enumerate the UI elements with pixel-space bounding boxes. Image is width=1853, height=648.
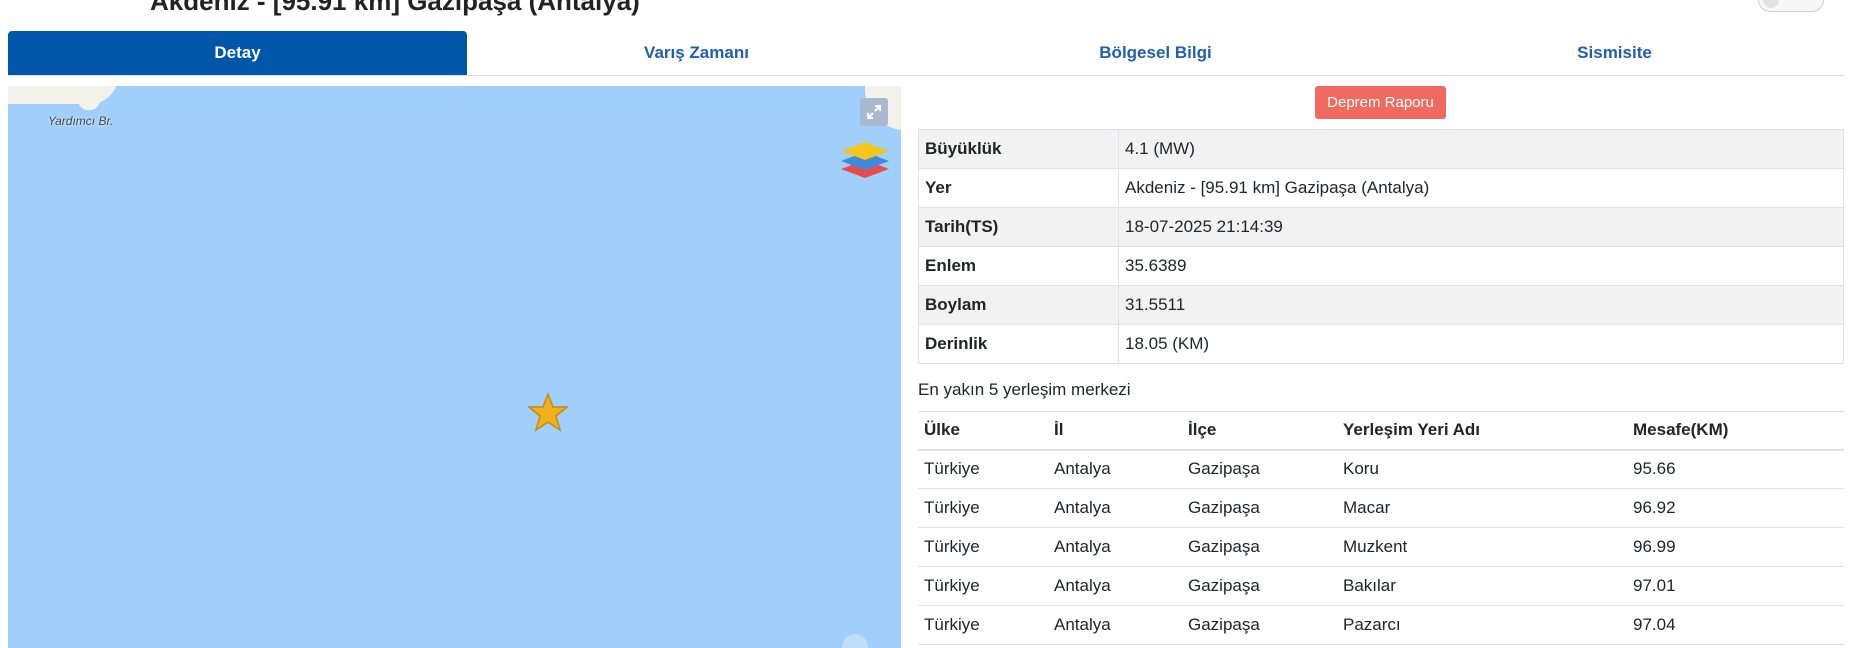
nearest-table: Ülke İl İlçe Yerleşim Yeri Adı Mesafe(KM… — [918, 411, 1844, 645]
cell-il: Antalya — [1048, 605, 1182, 645]
col-header-il: İl — [1048, 411, 1182, 451]
cell-mesafe: 97.01 — [1627, 566, 1844, 606]
cell-yerlesim: Muzkent — [1337, 527, 1627, 567]
detail-value: 35.6389 — [1118, 246, 1844, 286]
cell-mesafe: 96.99 — [1627, 527, 1844, 567]
detail-key: Enlem — [918, 246, 1119, 286]
page-title: Akdeniz - [95.91 km] Gazipaşa (Antalya) — [150, 0, 640, 16]
tab-varis-zamani[interactable]: Varış Zamanı — [467, 31, 926, 75]
cell-ulke: Türkiye — [918, 449, 1048, 489]
table-row: Türkiye Antalya Gazipaşa Muzkent 96.99 — [918, 527, 1844, 567]
map-land — [8, 86, 118, 104]
star-icon[interactable] — [528, 392, 568, 432]
col-header-yerlesim: Yerleşim Yeri Adı — [1337, 411, 1627, 451]
col-header-mesafe: Mesafe(KM) — [1627, 411, 1844, 451]
detail-key: Büyüklük — [918, 129, 1119, 169]
map-place-label: Yardımcı Br. — [48, 114, 114, 128]
cell-mesafe: 95.66 — [1627, 449, 1844, 489]
cell-ilce: Gazipaşa — [1182, 527, 1337, 567]
detail-key: Derinlik — [918, 324, 1119, 364]
cell-il: Antalya — [1048, 488, 1182, 528]
cell-ilce: Gazipaşa — [1182, 488, 1337, 528]
cell-mesafe: 97.04 — [1627, 605, 1844, 645]
earthquake-map[interactable]: Yardımcı Br. — [8, 86, 901, 648]
table-row: Türkiye Antalya Gazipaşa Bakılar 97.01 — [918, 566, 1844, 606]
toggle-knob — [1763, 0, 1779, 8]
detail-key: Yer — [918, 168, 1119, 208]
table-row: Tarih(TS) 18-07-2025 21:14:39 — [918, 207, 1844, 247]
col-header-ilce: İlçe — [1182, 411, 1337, 451]
col-header-ulke: Ülke — [918, 411, 1048, 451]
theme-toggle[interactable] — [1758, 0, 1824, 12]
detail-value: 4.1 (MW) — [1118, 129, 1844, 169]
cell-ilce: Gazipaşa — [1182, 605, 1337, 645]
cell-ilce: Gazipaşa — [1182, 449, 1337, 489]
detail-value: Akdeniz - [95.91 km] Gazipaşa (Antalya) — [1118, 168, 1844, 208]
cell-yerlesim: Bakılar — [1337, 566, 1627, 606]
cell-ulke: Türkiye — [918, 605, 1048, 645]
cell-yerlesim: Macar — [1337, 488, 1627, 528]
table-row: Yer Akdeniz - [95.91 km] Gazipaşa (Antal… — [918, 168, 1844, 208]
details-table: Büyüklük 4.1 (MW) Yer Akdeniz - [95.91 k… — [918, 129, 1844, 364]
cell-ulke: Türkiye — [918, 488, 1048, 528]
table-row: Türkiye Antalya Gazipaşa Koru 95.66 — [918, 449, 1844, 489]
table-row: Enlem 35.6389 — [918, 246, 1844, 286]
table-row: Boylam 31.5511 — [918, 285, 1844, 325]
detail-key: Tarih(TS) — [918, 207, 1119, 247]
cell-yerlesim: Pazarcı — [1337, 605, 1627, 645]
layers-icon[interactable] — [837, 138, 893, 188]
cell-ulke: Türkiye — [918, 527, 1048, 567]
map-water-feature — [842, 634, 868, 648]
cell-yerlesim: Koru — [1337, 449, 1627, 489]
detail-value: 18-07-2025 21:14:39 — [1118, 207, 1844, 247]
cell-ilce: Gazipaşa — [1182, 566, 1337, 606]
cell-il: Antalya — [1048, 449, 1182, 489]
table-row: Türkiye Antalya Gazipaşa Macar 96.92 — [918, 488, 1844, 528]
nearest-title: En yakın 5 yerleşim merkezi — [918, 380, 1131, 399]
cell-il: Antalya — [1048, 566, 1182, 606]
detail-key: Boylam — [918, 285, 1119, 325]
detail-value: 18.05 (KM) — [1118, 324, 1844, 364]
cell-ulke: Türkiye — [918, 566, 1048, 606]
table-header-row: Ülke İl İlçe Yerleşim Yeri Adı Mesafe(KM… — [918, 411, 1844, 451]
tab-sismisite[interactable]: Sismisite — [1385, 31, 1844, 75]
map-land — [78, 96, 100, 110]
deprem-raporu-button[interactable]: Deprem Raporu — [1315, 86, 1446, 119]
table-row: Türkiye Antalya Gazipaşa Pazarcı 97.04 — [918, 605, 1844, 645]
expand-icon[interactable] — [860, 98, 888, 126]
table-row: Büyüklük 4.1 (MW) — [918, 129, 1844, 169]
tab-bolgesel-bilgi[interactable]: Bölgesel Bilgi — [926, 31, 1385, 75]
tab-detay[interactable]: Detay — [8, 31, 467, 75]
cell-mesafe: 96.92 — [1627, 488, 1844, 528]
cell-il: Antalya — [1048, 527, 1182, 567]
tab-bar: Detay Varış Zamanı Bölgesel Bilgi Sismis… — [8, 31, 1844, 76]
detail-value: 31.5511 — [1118, 285, 1844, 325]
table-row: Derinlik 18.05 (KM) — [918, 324, 1844, 364]
